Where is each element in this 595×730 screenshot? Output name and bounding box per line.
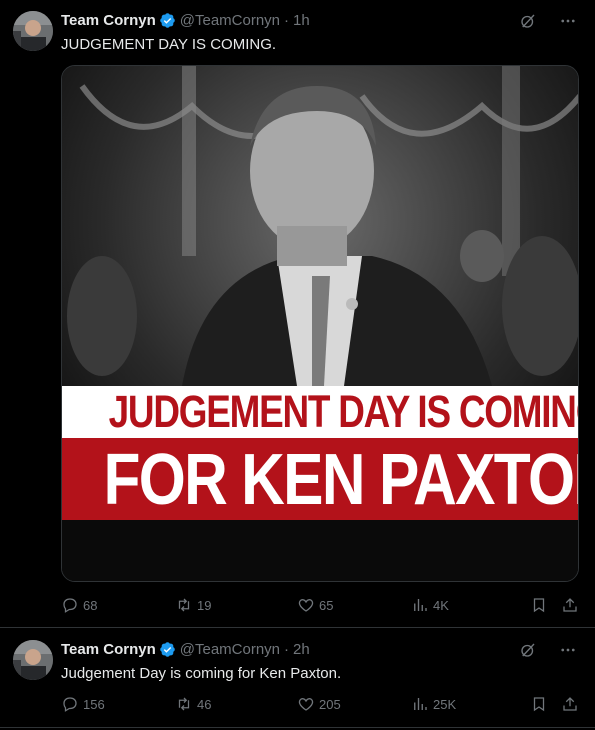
tweet-actions: 68 19 65 4K bbox=[61, 595, 579, 615]
headline-line-2: FOR KEN PAXTON. bbox=[103, 440, 579, 520]
bookmark-icon bbox=[533, 598, 545, 613]
avatar[interactable] bbox=[13, 11, 53, 51]
bookmark-button[interactable] bbox=[530, 596, 552, 614]
share-button[interactable] bbox=[561, 596, 583, 614]
tweet-header: Team Cornyn @TeamCornyn · 2h bbox=[61, 641, 310, 658]
reply-button[interactable]: 68 bbox=[61, 596, 97, 614]
like-icon bbox=[298, 599, 314, 612]
tweet-header-actions bbox=[519, 12, 577, 30]
views-count: 4K bbox=[433, 597, 449, 613]
bookmark-button[interactable] bbox=[530, 695, 552, 713]
more-icon[interactable] bbox=[559, 641, 577, 659]
separator: · bbox=[284, 12, 290, 29]
share-button[interactable] bbox=[561, 695, 583, 713]
reply-icon bbox=[63, 598, 77, 613]
reply-count: 156 bbox=[83, 696, 105, 712]
tweet-header: Team Cornyn @TeamCornyn · 1h bbox=[61, 12, 310, 29]
tweet-header-actions bbox=[519, 641, 577, 659]
reply-button[interactable]: 156 bbox=[61, 695, 105, 713]
author-handle[interactable]: @TeamCornyn bbox=[180, 12, 280, 29]
views-count: 25K bbox=[433, 696, 457, 712]
like-button[interactable]: 205 bbox=[297, 695, 341, 713]
tweet[interactable]: Team Cornyn @TeamCornyn · 1h JUDGEMENT D… bbox=[0, 0, 595, 628]
retweet-icon bbox=[178, 598, 190, 612]
bookmark-icon bbox=[533, 697, 545, 712]
author-name[interactable]: Team Cornyn bbox=[61, 641, 156, 658]
views-icon bbox=[414, 599, 427, 611]
tweet-text: Judgement Day is coming for Ken Paxton. bbox=[61, 665, 342, 682]
tweet[interactable]: Team Cornyn @TeamCornyn · 2h Judgement D… bbox=[0, 628, 595, 728]
like-count: 205 bbox=[319, 696, 341, 712]
verified-badge-icon bbox=[159, 13, 175, 28]
grok-icon[interactable] bbox=[519, 641, 537, 659]
reply-count: 68 bbox=[83, 597, 98, 613]
reply-icon bbox=[63, 697, 77, 712]
retweet-count: 46 bbox=[197, 696, 212, 712]
retweet-button[interactable]: 46 bbox=[175, 695, 211, 713]
views-icon bbox=[414, 698, 427, 710]
like-count: 65 bbox=[319, 597, 334, 613]
verified-badge-icon bbox=[159, 642, 175, 657]
grok-icon[interactable] bbox=[519, 12, 537, 30]
more-icon[interactable] bbox=[559, 12, 577, 30]
share-icon bbox=[563, 598, 577, 612]
separator: · bbox=[284, 641, 290, 658]
share-icon bbox=[563, 697, 577, 711]
views-button[interactable]: 25K bbox=[411, 695, 456, 713]
tweet-image[interactable]: JUDGEMENT DAY IS COMING FOR KEN PAXTON. bbox=[61, 65, 579, 582]
like-icon bbox=[298, 698, 314, 711]
timestamp[interactable]: 2h bbox=[293, 641, 310, 658]
headline-line-1: JUDGEMENT DAY IS COMING bbox=[108, 386, 579, 437]
retweet-button[interactable]: 19 bbox=[175, 596, 211, 614]
avatar[interactable] bbox=[13, 640, 53, 680]
author-name[interactable]: Team Cornyn bbox=[61, 12, 156, 29]
tweet-text: JUDGEMENT DAY IS COMING. bbox=[61, 36, 277, 53]
tweet-actions: 156 46 205 25K bbox=[61, 694, 579, 714]
retweet-count: 19 bbox=[197, 597, 212, 613]
like-button[interactable]: 65 bbox=[297, 596, 333, 614]
retweet-icon bbox=[178, 697, 190, 711]
author-handle[interactable]: @TeamCornyn bbox=[180, 641, 280, 658]
timestamp[interactable]: 1h bbox=[293, 12, 310, 29]
views-button[interactable]: 4K bbox=[411, 596, 449, 614]
